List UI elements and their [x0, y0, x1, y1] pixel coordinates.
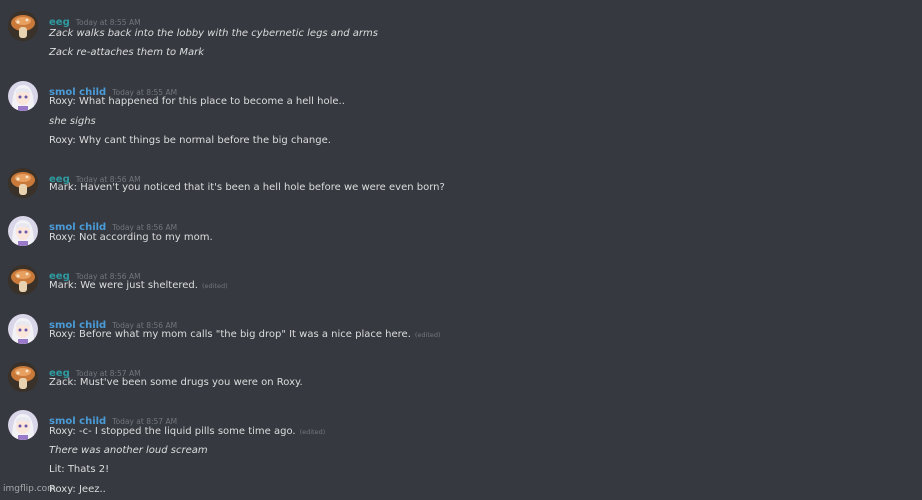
edited-label: (edited) — [299, 428, 326, 436]
message-line: There was another loud scream — [49, 445, 208, 456]
message-header: eeg Today at 8:55 AM — [49, 10, 141, 28]
mushroom-avatar-icon[interactable] — [8, 11, 38, 41]
message-line: Zack walks back into the lobby with the … — [49, 28, 378, 39]
edited-label: (edited) — [414, 331, 441, 339]
mushroom-avatar-icon[interactable] — [8, 265, 38, 295]
message-line: Roxy: Why cant things be normal before t… — [49, 135, 331, 146]
message-line: Roxy: Before what my mom calls "the big … — [49, 328, 441, 342]
message-line: Roxy: What happened for this place to be… — [49, 96, 345, 107]
timestamp[interactable]: Today at 8:55 AM — [76, 18, 141, 27]
message-line: Mark: Haven't you noticed that it's been… — [49, 182, 445, 193]
anime-girl-avatar-icon[interactable] — [8, 314, 38, 344]
message-line: she sighs — [49, 116, 96, 127]
edited-label: (edited) — [201, 282, 228, 290]
message-line: Zack: Must've been some drugs you were o… — [49, 377, 303, 388]
anime-girl-avatar-icon[interactable] — [8, 216, 38, 246]
chat-log: eeg Today at 8:55 AM Zack walks back into… — [0, 0, 922, 500]
message-header: smol child Today at 8:55 AM — [49, 80, 177, 98]
mushroom-avatar-icon[interactable] — [8, 168, 38, 198]
message-header: smol child Today at 8:56 AM — [49, 313, 177, 331]
mushroom-avatar-icon[interactable] — [8, 362, 38, 392]
message-line: Roxy: -c- I stopped the liquid pills som… — [49, 425, 325, 439]
message-line: Roxy: Jeez.. — [49, 484, 106, 495]
message-line: Mark: We were just sheltered. (edited) — [49, 279, 228, 293]
message-header: eeg Today at 8:56 AM — [49, 264, 141, 282]
watermark-text: imgflip.com — [3, 484, 56, 494]
anime-girl-avatar-icon[interactable] — [8, 410, 38, 440]
message-text: Mark: We were just sheltered. — [49, 280, 198, 291]
anime-girl-avatar-icon[interactable] — [8, 81, 38, 111]
message-text: Roxy: -c- I stopped the liquid pills som… — [49, 426, 296, 437]
message-header: smol child Today at 8:56 AM — [49, 215, 177, 233]
message-text: Roxy: Before what my mom calls "the big … — [49, 329, 411, 340]
message-header: eeg Today at 8:57 AM — [49, 361, 141, 379]
message-line: Zack re-attaches them to Mark — [49, 47, 204, 58]
message-line: Lit: Thats 2! — [49, 464, 110, 475]
message-line: Roxy: Not according to my mom. — [49, 232, 213, 243]
message-header: eeg Today at 8:56 AM — [49, 167, 141, 185]
message-header: smol child Today at 8:57 AM — [49, 409, 177, 427]
